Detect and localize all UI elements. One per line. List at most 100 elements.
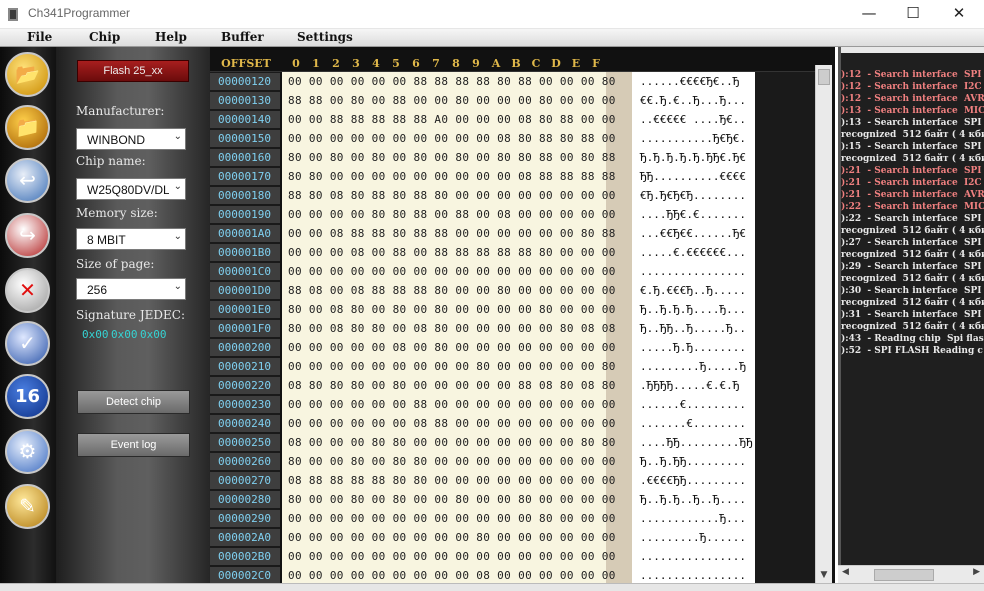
hex-row[interactable]: 000001F0 80 00 08 80 80 00 08 80 00 00 00… [210,319,755,338]
hex-row-bytes[interactable]: 08 00 00 00 80 80 00 00 00 00 00 00 00 0… [288,436,616,449]
edit-script-icon[interactable]: ✎ [5,484,50,529]
hex-row[interactable]: 000001B0 00 00 00 08 00 88 00 88 88 88 88… [210,243,755,262]
hex-row-bytes[interactable]: 80 00 80 00 80 00 80 00 80 00 80 80 88 0… [288,151,616,164]
hex-row[interactable]: 00000240 00 00 00 00 00 00 08 88 00 00 00… [210,414,755,433]
hex-row-ascii[interactable]: ............Ђ... [640,512,746,525]
hex-row[interactable]: 000002A0 00 00 00 00 00 00 00 00 00 80 00… [210,528,755,547]
page-size-select[interactable]: 256 ⌄ [76,278,186,300]
hex-row-ascii[interactable]: .....€.€€€€€€... [640,246,746,259]
event-log-button[interactable]: Event log [77,433,190,457]
hex-row-ascii[interactable]: ...........Ђ€Ђ€. [640,132,746,145]
hex-row-ascii[interactable]: Ђ..Ђ.Ђ.Ђ....Ђ... [640,303,746,316]
hex-row-bytes[interactable]: 08 88 88 88 88 80 80 00 00 00 00 00 00 0… [288,474,616,487]
scroll-down-icon[interactable]: ▼ [816,567,832,583]
hex-row-bytes[interactable]: 88 88 00 80 00 88 00 00 80 00 00 00 80 0… [288,94,616,107]
hex-row-ascii[interactable]: .ЂЂЂЂ.....€.€.Ђ [640,379,739,392]
verify-chip-icon[interactable]: ✓ [5,321,50,366]
hex-row-bytes[interactable]: 00 00 00 00 00 00 00 00 00 08 00 00 00 0… [288,569,616,582]
hex-row-ascii[interactable]: €Ђ.Ђ€Ђ€Ђ........ [640,189,746,202]
hex-row-ascii[interactable]: €.Ђ.€€€Ђ..Ђ..... [640,284,746,297]
scroll-right-icon[interactable]: ▶ [973,567,980,577]
hex-row-bytes[interactable]: 00 00 00 00 00 00 00 00 00 00 08 80 88 8… [288,132,616,145]
flash-type-button[interactable]: Flash 25_xx [77,60,189,82]
hex-row-bytes[interactable]: 80 80 00 00 00 00 00 00 00 00 00 08 88 8… [288,170,616,183]
menu-help[interactable]: Help [155,30,187,44]
hex-row[interactable]: 00000120 00 00 00 00 00 00 88 88 88 88 80… [210,72,755,91]
maximize-button[interactable]: ☐ [890,0,936,29]
hex-row[interactable]: 000001A0 00 00 08 88 88 80 88 88 00 00 00… [210,224,755,243]
hex-row-ascii[interactable]: ...€€Ђ€€......Ђ€ [640,227,746,240]
hex-row[interactable]: 00000290 00 00 00 00 00 00 00 00 00 00 00… [210,509,755,528]
hex-row-bytes[interactable]: 80 00 08 80 00 80 00 80 00 00 00 00 80 0… [288,303,616,316]
hex-row-bytes[interactable]: 00 00 00 00 00 08 00 80 00 00 00 00 00 0… [288,341,616,354]
hex-row-ascii[interactable]: ................ [640,265,746,278]
menu-settings[interactable]: Settings [297,30,353,44]
hex-row[interactable]: 00000160 80 00 80 00 80 00 80 00 80 00 80… [210,148,755,167]
hex-row-ascii[interactable]: Ђ..ЂЂ..Ђ.....Ђ.. [640,322,746,335]
hex-row[interactable]: 00000280 80 00 00 80 00 80 00 00 80 00 00… [210,490,755,509]
hex-row-bytes[interactable]: 88 08 00 08 88 88 88 80 00 00 80 00 00 0… [288,284,616,297]
save-folder-icon[interactable]: 📁 [5,105,50,150]
close-button[interactable]: ✕ [936,0,982,29]
scroll-thumb[interactable] [874,569,934,581]
hex-row-ascii[interactable]: .........Ђ.....Ђ [640,360,746,373]
hex-row-ascii[interactable]: .......€........ [640,417,746,430]
open-folder-icon[interactable]: 📂 [5,52,50,97]
hex-row-bytes[interactable]: 00 00 00 00 00 00 00 00 00 00 00 00 00 0… [288,550,616,563]
erase-chip-icon[interactable]: ✕ [5,268,50,313]
hex-row-bytes[interactable]: 00 00 00 00 00 00 00 00 00 00 00 00 00 0… [288,265,616,278]
hex-row[interactable]: 000001D0 88 08 00 08 88 88 88 80 00 00 80… [210,281,755,300]
hex-row[interactable]: 000002B0 00 00 00 00 00 00 00 00 00 00 00… [210,547,755,566]
hex-row-bytes[interactable]: 00 00 00 00 80 80 88 00 88 00 08 00 00 0… [288,208,616,221]
hex-row-bytes[interactable]: 00 00 00 00 00 00 00 00 00 80 00 00 00 0… [288,531,616,544]
menu-chip[interactable]: Chip [89,30,120,44]
hex-row-bytes[interactable]: 80 00 08 80 80 00 08 80 00 00 00 00 00 8… [288,322,616,335]
hex-row-bytes[interactable]: 80 00 00 80 00 80 80 00 00 00 00 00 00 0… [288,455,616,468]
chip-16-icon[interactable]: 16 [5,374,50,419]
hex-row[interactable]: 000001C0 00 00 00 00 00 00 00 00 00 00 00… [210,262,755,281]
hex-row[interactable]: 00000250 08 00 00 00 80 80 00 00 00 00 00… [210,433,755,452]
hex-row-ascii[interactable]: ......€€€€Ђ€..Ђ [640,75,739,88]
hex-row[interactable]: 00000200 00 00 00 00 00 08 00 80 00 00 00… [210,338,755,357]
memory-size-select[interactable]: 8 MBIT ⌄ [76,228,186,250]
manufacturer-select[interactable]: WINBOND ⌄ [76,128,186,150]
hex-row-ascii[interactable]: Ђ..Ђ.Ђ..Ђ..Ђ.... [640,493,746,506]
auto-program-icon[interactable]: ⚙ [5,429,50,474]
hex-row[interactable]: 00000210 00 00 00 00 00 00 00 00 00 80 00… [210,357,755,376]
menu-buffer[interactable]: Buffer [221,30,264,44]
hex-row-bytes[interactable]: 88 80 08 80 88 80 88 80 00 00 00 00 00 0… [288,189,616,202]
log-horizontal-scrollbar[interactable]: ◀ ▶ [838,565,984,583]
minimize-button[interactable]: — [846,0,892,29]
hex-editor[interactable]: OFFSET 0123456789ABCDEF 00000120 00 00 00… [210,47,835,583]
hex-row[interactable]: 00000230 00 00 00 00 00 00 88 00 00 00 00… [210,395,755,414]
scroll-left-icon[interactable]: ◀ [842,567,849,577]
hex-row-ascii[interactable]: Ђ.Ђ.Ђ.Ђ.Ђ.ЂЂ€.Ђ€ [640,151,746,164]
hex-row-bytes[interactable]: 00 00 00 00 00 00 08 88 00 00 00 00 00 0… [288,417,616,430]
write-chip-icon[interactable]: ↪ [5,213,50,258]
hex-row-bytes[interactable]: 80 00 00 80 00 80 00 00 80 00 00 80 00 0… [288,493,616,506]
hex-row[interactable]: 00000170 80 80 00 00 00 00 00 00 00 00 00… [210,167,755,186]
hex-row-ascii[interactable]: ..€€€€€ ....Ђ€.. [640,113,746,126]
hex-row[interactable]: 00000140 00 00 88 88 88 88 88 A0 00 00 00… [210,110,755,129]
hex-row-bytes[interactable]: 00 00 00 00 00 00 88 88 88 88 80 88 00 0… [288,75,616,88]
hex-row-ascii[interactable]: Ђ..Ђ.ЂЂ......... [640,455,746,468]
hex-row-ascii[interactable]: ....ЂЂ€.€....... [640,208,746,221]
hex-row-bytes[interactable]: 00 00 00 08 00 88 00 88 88 88 88 88 80 0… [288,246,616,259]
hex-row[interactable]: 00000260 80 00 00 80 00 80 80 00 00 00 00… [210,452,755,471]
hex-row[interactable]: 00000180 88 80 08 80 88 80 88 80 00 00 00… [210,186,755,205]
hex-row-ascii[interactable]: €€.Ђ.€..Ђ...Ђ... [640,94,746,107]
chip-name-select[interactable]: W25Q80DV/DL ⌄ [76,178,186,200]
hex-row-ascii[interactable]: .........Ђ...... [640,531,746,544]
hex-row-bytes[interactable]: 00 00 00 00 00 00 00 00 00 80 00 00 00 0… [288,360,616,373]
detect-chip-button[interactable]: Detect chip [77,390,190,414]
menu-file[interactable]: File [27,30,52,44]
hex-vertical-scrollbar[interactable]: ▲ ▼ [815,65,832,583]
hex-row-bytes[interactable]: 00 00 88 88 88 88 88 A0 00 00 00 08 80 8… [288,113,616,126]
hex-row[interactable]: 00000150 00 00 00 00 00 00 00 00 00 00 08… [210,129,755,148]
hex-row-bytes[interactable]: 00 00 00 00 00 00 00 00 00 00 00 00 80 0… [288,512,616,525]
hex-row[interactable]: 00000220 08 80 80 80 00 80 00 00 00 00 00… [210,376,755,395]
hex-row[interactable]: 00000190 00 00 00 00 80 80 88 00 88 00 08… [210,205,755,224]
hex-row-ascii[interactable]: .....Ђ.Ђ........ [640,341,746,354]
hex-row-ascii[interactable]: ЂЂ..........€€€€ [640,170,746,183]
hex-row[interactable]: 00000130 88 88 00 80 00 88 00 00 80 00 00… [210,91,755,110]
